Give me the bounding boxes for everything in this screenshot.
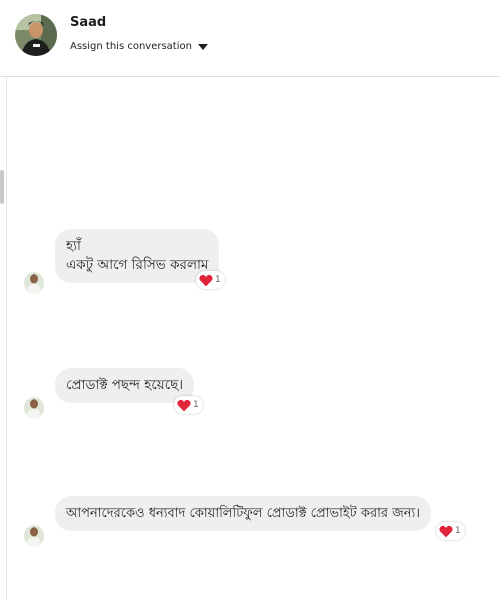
message-line: প্রোডাক্ট পছন্দ হয়েছে। (66, 377, 184, 393)
scrollbar-thumb[interactable] (0, 170, 4, 204)
message-reaction[interactable]: 1 (436, 522, 465, 540)
sender-avatar[interactable] (24, 525, 44, 547)
caret-down-icon (197, 43, 208, 50)
conversation-header: Saad Assign this conversation (0, 0, 500, 77)
reaction-count: 1 (455, 526, 461, 536)
assign-label: Assign this conversation (70, 41, 192, 52)
message-line: হ্যাঁ (66, 238, 81, 254)
reaction-count: 1 (193, 400, 199, 410)
message-reaction[interactable]: 1 (196, 271, 225, 289)
contact-name: Saad (70, 15, 107, 30)
message-bubble[interactable]: আপনাদেরকেও ধন্যবাদ কোয়ালিটিফুল প্রোডাক্… (55, 496, 431, 531)
message-reaction[interactable]: 1 (174, 396, 203, 414)
assign-conversation-dropdown[interactable]: Assign this conversation (70, 41, 208, 52)
conversation-panel: Saad Assign this conversation হ্যাঁ একটু… (0, 0, 500, 600)
contact-avatar[interactable] (15, 14, 57, 56)
panel-border (6, 0, 7, 600)
heart-icon (199, 274, 213, 286)
message-bubble[interactable]: হ্যাঁ একটু আগে রিসিভ করলাম (55, 229, 220, 283)
heart-icon (177, 399, 191, 411)
message-line: একটু আগে রিসিভ করলাম (66, 257, 209, 273)
sender-avatar[interactable] (24, 272, 44, 294)
scrollbar[interactable] (0, 77, 6, 600)
reaction-count: 1 (215, 275, 221, 285)
message-bubble[interactable]: প্রোডাক্ট পছন্দ হয়েছে। (55, 368, 195, 403)
sender-avatar[interactable] (24, 397, 44, 419)
heart-icon (439, 525, 453, 537)
message-line: আপনাদেরকেও ধন্যবাদ কোয়ালিটিফুল প্রোডাক্… (66, 506, 420, 521)
